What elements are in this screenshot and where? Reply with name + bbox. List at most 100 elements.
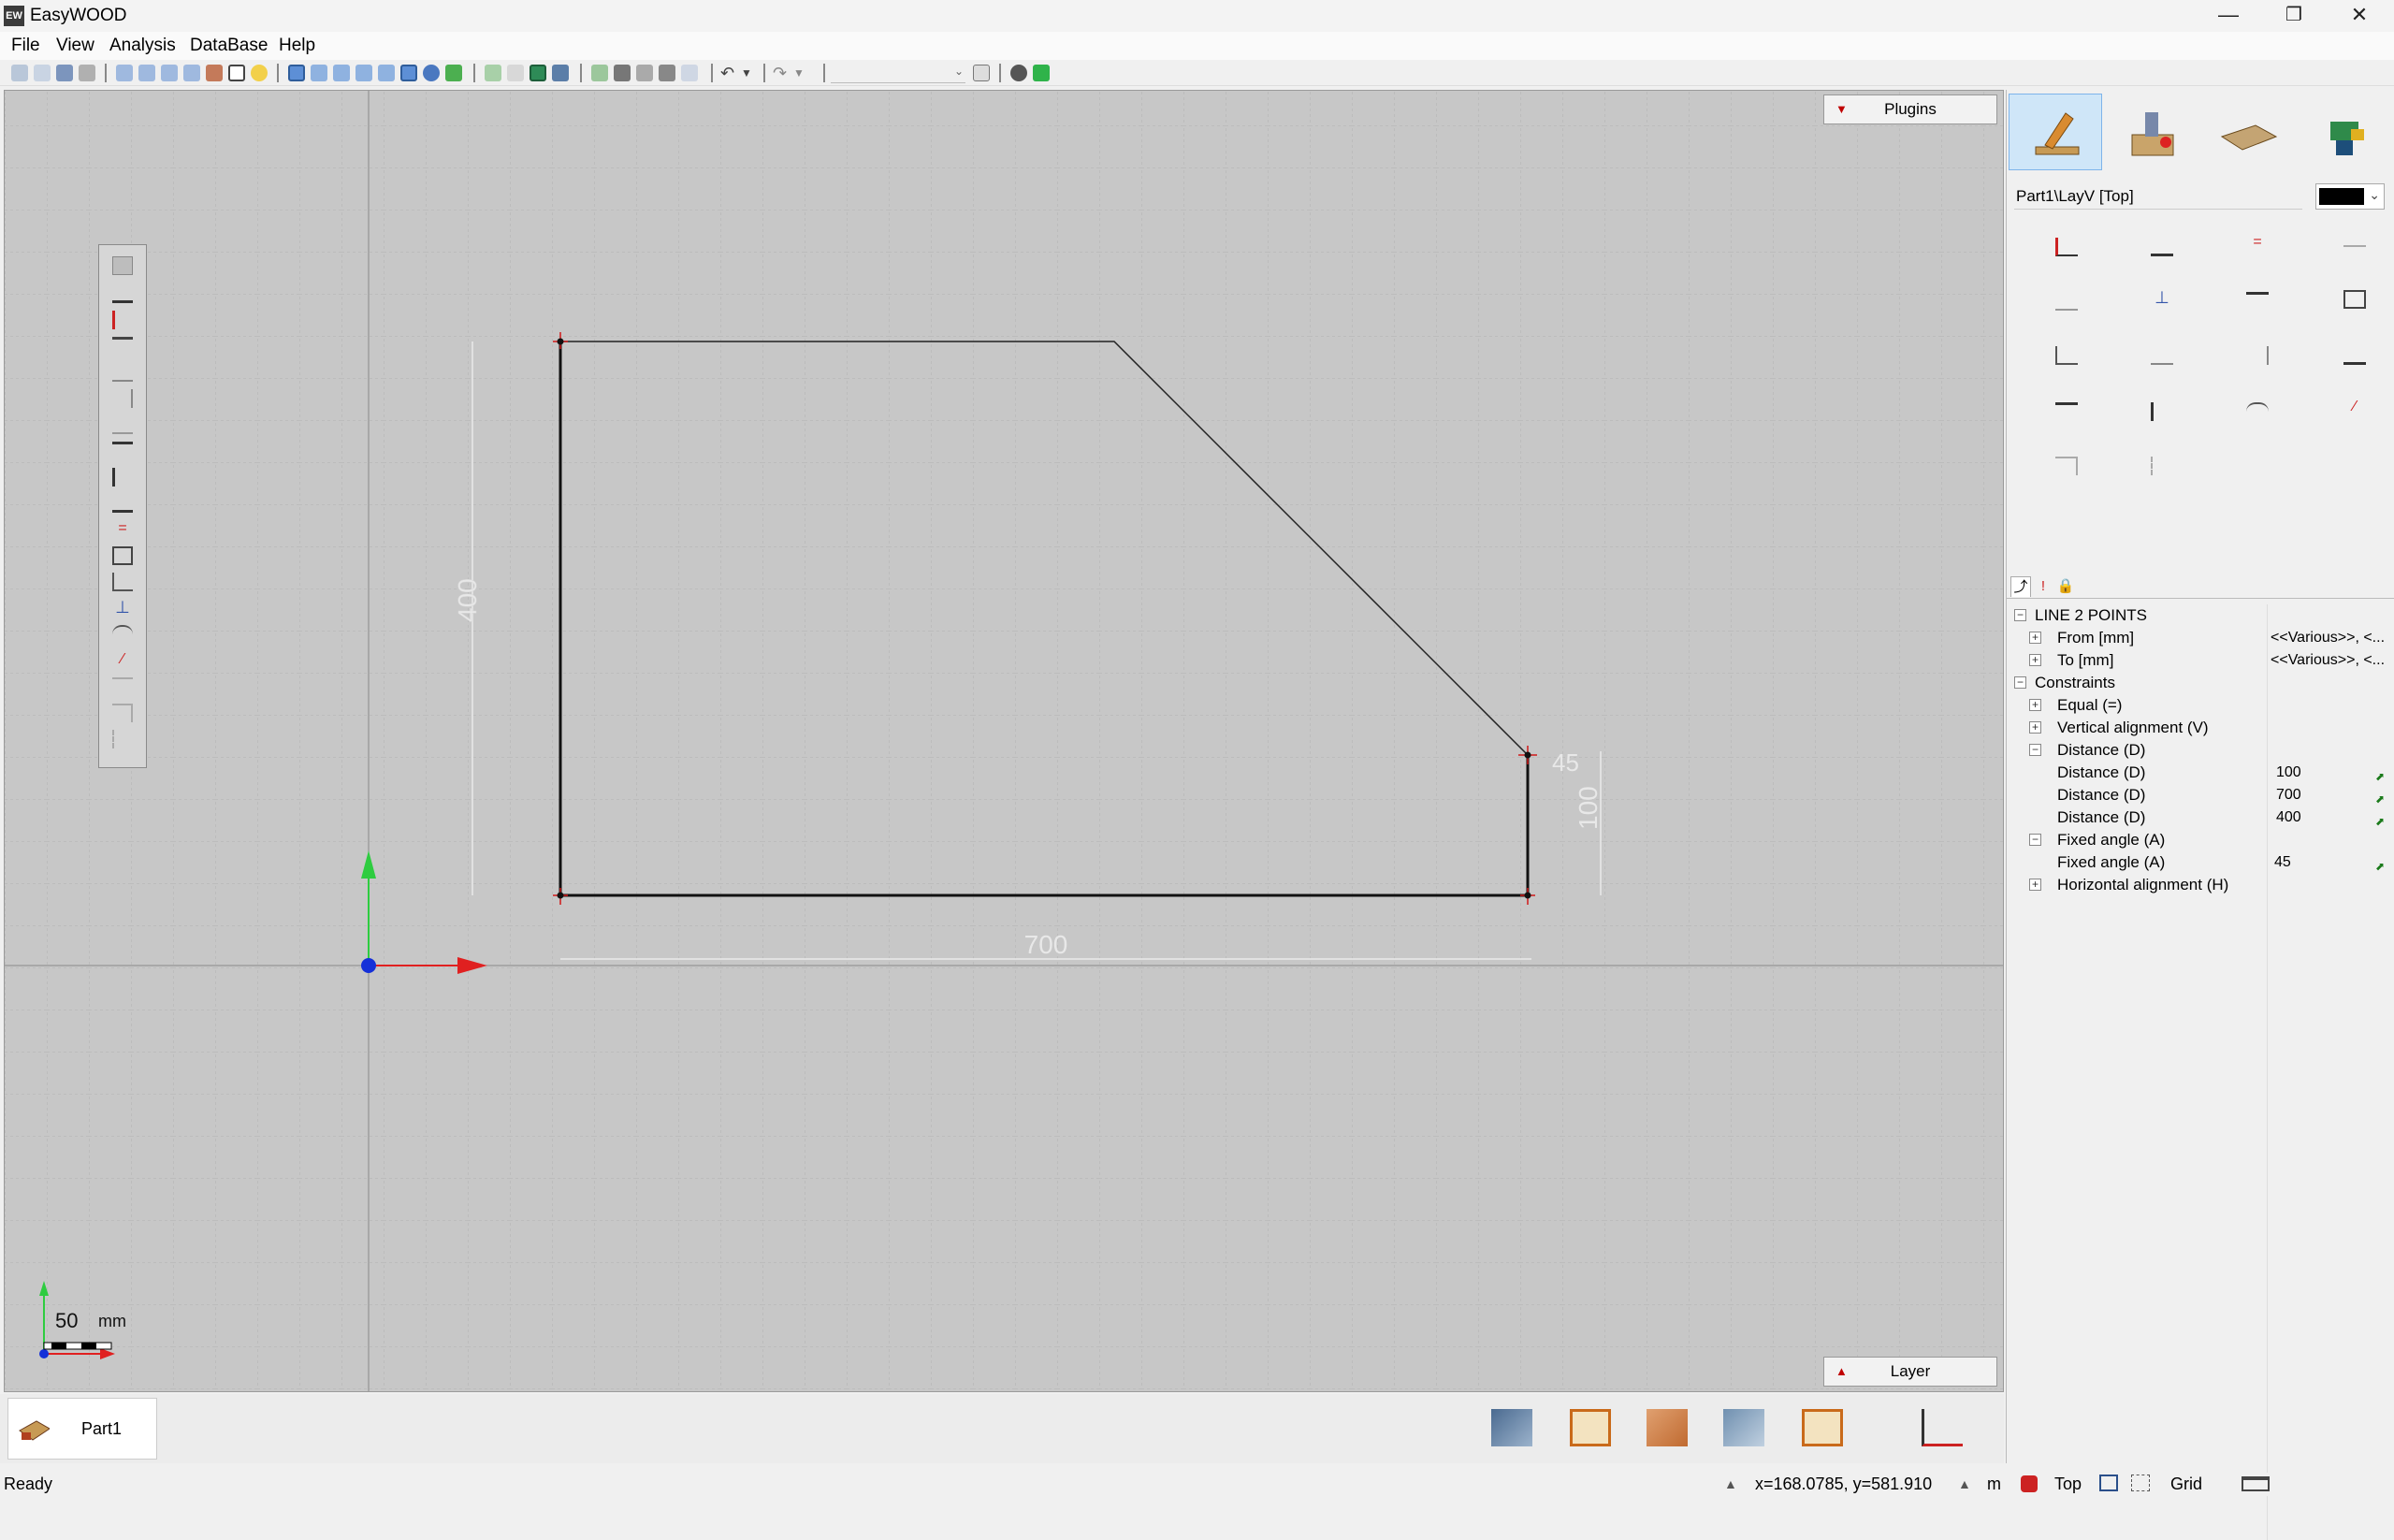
prop-value[interactable]: <<Various>>, <... <box>2271 627 2385 649</box>
dimension-label-400[interactable]: 400 <box>453 578 483 622</box>
view-back-icon[interactable] <box>355 65 372 81</box>
user-icon[interactable] <box>1010 65 1027 81</box>
collapse-icon[interactable]: − <box>2014 609 2026 621</box>
fixed-angle-row[interactable]: Fixed angle (A) 45 ⬈ <box>2007 851 2394 874</box>
distance-constraint-icon[interactable] <box>112 546 133 565</box>
symmetry-constraint-icon[interactable] <box>112 415 133 434</box>
redraw-icon[interactable] <box>228 65 245 81</box>
render-sphere-icon[interactable] <box>423 65 440 81</box>
distance-value-input[interactable]: 400 <box>2276 806 2301 829</box>
parallel-palette-icon[interactable] <box>2343 346 2366 365</box>
copy-icon[interactable] <box>973 65 990 81</box>
color-picker[interactable]: ⌄ <box>2315 183 2385 210</box>
view-iso-icon[interactable] <box>378 65 395 81</box>
angle-value-input[interactable]: 45 <box>2274 851 2291 874</box>
pan-icon[interactable] <box>206 65 223 81</box>
parallel-tool-icon[interactable] <box>112 337 133 356</box>
fix-point-constraint-icon[interactable] <box>112 311 133 329</box>
plugins-bar[interactable]: ▼ Plugins <box>1823 94 1997 124</box>
constraint-vertical[interactable]: + Vertical alignment (V) <box>2007 717 2394 739</box>
tools-icon[interactable] <box>1723 1409 1764 1446</box>
select-icon[interactable] <box>485 65 501 81</box>
axis-constraint-icon[interactable] <box>112 730 133 748</box>
drawing-viewport[interactable]: 400 700 100 45 50 mm = ⊥ ⁄ ▼ Plugins ▲ L… <box>4 90 2004 1392</box>
menu-view[interactable]: View <box>56 36 94 56</box>
vertex-point[interactable] <box>1524 892 1531 899</box>
menu-database[interactable]: DataBase <box>190 36 268 56</box>
equal-palette-icon[interactable]: = <box>2246 234 2269 253</box>
distance-row[interactable]: Distance (D) 100 ⬈ <box>2007 762 2394 784</box>
zoom-out-icon[interactable] <box>161 65 178 81</box>
measure-icon[interactable] <box>591 65 608 81</box>
midpoint-palette-icon[interactable] <box>2055 346 2078 365</box>
dimension-label-700[interactable]: 700 <box>1024 930 1068 959</box>
distance-palette-icon[interactable] <box>2343 290 2366 309</box>
shield-green-icon[interactable] <box>530 65 546 81</box>
grid-toggle[interactable]: Grid <box>2170 1473 2202 1495</box>
zoom-in-icon[interactable] <box>138 65 155 81</box>
expand-icon[interactable]: + <box>2029 721 2041 734</box>
symmetry-palette-icon[interactable] <box>2246 346 2269 365</box>
diagonal-constraint-icon[interactable]: ⁄ <box>112 651 133 670</box>
filter-icon[interactable] <box>507 65 524 81</box>
constraint-distance-group[interactable]: − Distance (D) <box>2007 739 2394 762</box>
menu-help[interactable]: Help <box>279 36 315 56</box>
view-3d-icon[interactable] <box>400 65 417 81</box>
collapse-icon[interactable]: − <box>2029 834 2041 846</box>
dash-constraint-icon[interactable] <box>112 677 133 696</box>
panel-mode-button[interactable] <box>2199 94 2293 170</box>
panel-icon[interactable] <box>1647 1409 1688 1446</box>
shield-blue-icon[interactable] <box>552 65 569 81</box>
distance-value-input[interactable]: 700 <box>2276 784 2301 806</box>
perpendicular-palette-icon[interactable]: ⊥ <box>2151 288 2173 307</box>
view-indicator[interactable]: Top <box>2054 1473 2082 1495</box>
scissors-icon[interactable] <box>659 65 675 81</box>
equal-constraint-icon[interactable]: = <box>112 520 133 539</box>
ruler-icon[interactable] <box>2242 1476 2270 1491</box>
coincident-constraint-icon[interactable] <box>112 284 133 303</box>
machining-mode-button[interactable] <box>2104 94 2198 170</box>
group-constraints[interactable]: − Constraints <box>2007 672 2394 694</box>
part-tab[interactable]: Part1 <box>7 1398 157 1460</box>
minimize-button[interactable]: — <box>2196 0 2261 32</box>
distance-row[interactable]: Distance (D) 400 ⬈ <box>2007 806 2394 829</box>
layer-bar[interactable]: ▲ Layer <box>1823 1357 1997 1387</box>
constraint-horizontal[interactable]: + Horizontal alignment (H) <box>2007 874 2394 896</box>
vertical-constraint-icon[interactable] <box>112 468 133 487</box>
close-button[interactable]: ✕ <box>2327 0 2392 32</box>
prop-value[interactable]: <<Various>>, <... <box>2271 649 2385 672</box>
save-icon[interactable] <box>56 65 73 81</box>
expand-icon[interactable]: + <box>2029 699 2041 711</box>
dash-palette-icon[interactable] <box>2343 245 2366 249</box>
print-icon[interactable] <box>79 65 95 81</box>
expand-icon[interactable]: + <box>2029 654 2041 666</box>
distance-row[interactable]: Distance (D) 700 ⬈ <box>2007 784 2394 806</box>
dimension-label-100[interactable]: 100 <box>1574 786 1603 830</box>
expand-icon[interactable]: + <box>2029 879 2041 891</box>
dimension-label-45[interactable]: 45 <box>1552 748 1579 777</box>
tangent-constraint-icon[interactable] <box>112 389 133 408</box>
collapse-icon[interactable]: − <box>2014 676 2026 689</box>
navigate-icon[interactable] <box>445 65 462 81</box>
cube-view-icon[interactable] <box>2021 1475 2038 1492</box>
sketch-mode-button[interactable] <box>2009 94 2102 170</box>
info-tab[interactable]: ! <box>2033 576 2053 597</box>
horizontal-constraint-icon[interactable] <box>112 442 133 460</box>
prop-from[interactable]: + From [mm] <<Various>>, <... <box>2007 627 2394 649</box>
restore-button[interactable]: ❐ <box>2261 0 2327 32</box>
fix-point-palette-icon[interactable] <box>2055 238 2078 256</box>
new-file-icon[interactable] <box>11 65 28 81</box>
constraint-fixed-angle-group[interactable]: − Fixed angle (A) <box>2007 829 2394 851</box>
cut-list-icon[interactable] <box>1491 1409 1532 1446</box>
prop-to[interactable]: + To [mm] <<Various>>, <... <box>2007 649 2394 672</box>
drawing-canvas[interactable]: 400 700 100 45 50 mm <box>5 91 2004 1392</box>
coincident-palette-icon[interactable] <box>2151 238 2173 256</box>
view-side-icon[interactable] <box>333 65 350 81</box>
distance-value-input[interactable]: 100 <box>2276 762 2301 784</box>
redo-dropdown-icon[interactable]: ▼ <box>793 65 810 81</box>
vertex-point[interactable] <box>557 892 564 899</box>
view-front-icon[interactable] <box>311 65 327 81</box>
diagonal-palette-icon[interactable]: ⁄ <box>2343 399 2366 417</box>
angle-constraint-icon[interactable] <box>112 363 133 382</box>
arc-palette-icon[interactable] <box>2246 402 2269 421</box>
